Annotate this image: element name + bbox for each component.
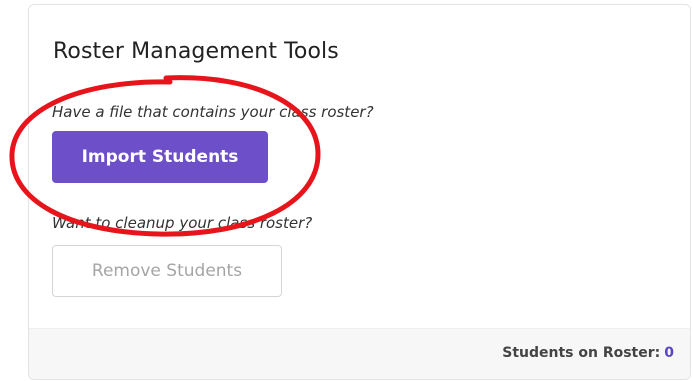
panel-body: Roster Management Tools Have a file that… (29, 5, 690, 331)
import-students-button[interactable]: Import Students (52, 131, 268, 183)
panel-footer: Students on Roster: 0 (29, 328, 690, 379)
remove-prompt: Want to cleanup your class roster? (52, 214, 313, 232)
students-on-roster-stat: Students on Roster: 0 (502, 345, 674, 361)
panel-title: Roster Management Tools (53, 39, 339, 64)
students-on-roster-label: Students on Roster: (502, 345, 661, 361)
roster-management-panel: Roster Management Tools Have a file that… (28, 4, 691, 380)
screenshot-stage: Roster Management Tools Have a file that… (0, 0, 693, 381)
import-prompt: Have a file that contains your class ros… (52, 103, 374, 121)
remove-students-button[interactable]: Remove Students (52, 245, 282, 297)
students-on-roster-count: 0 (664, 345, 674, 361)
